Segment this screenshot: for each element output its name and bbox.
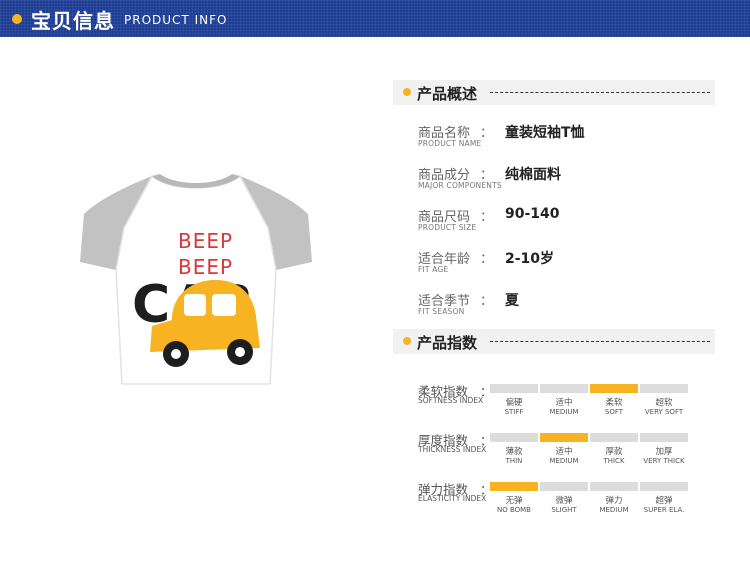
- info-row-fit-age: 适合年龄 ： FIT AGE 2-10岁: [418, 248, 718, 280]
- index-option-bar: [640, 384, 688, 393]
- index-option-bar: [490, 482, 538, 491]
- info-value: 纯棉面料: [505, 167, 561, 183]
- index-option-bar: [490, 384, 538, 393]
- index-option: 偏硬 STIFF: [490, 384, 538, 417]
- indices-bullet-icon: [403, 337, 411, 345]
- index-option-en: THICK: [603, 457, 625, 465]
- header-subtitle: PRODUCT INFO: [124, 13, 228, 27]
- indices-section-header: 产品指数: [393, 329, 715, 354]
- index-option-bar: [640, 433, 688, 442]
- info-colon: ：: [480, 126, 494, 141]
- index-label-en: THICKNESS INDEX: [418, 445, 487, 454]
- index-label-en: ELASTICITY INDEX: [418, 494, 487, 503]
- index-option: 适中 MEDIUM: [540, 433, 588, 466]
- overview-section-header: 产品概述: [393, 80, 715, 105]
- index-option-cn: 薄款: [505, 447, 523, 457]
- index-option: 超软 VERY SOFT: [640, 384, 688, 417]
- index-option-cn: 柔软: [605, 398, 623, 408]
- index-option-en: STIFF: [504, 408, 524, 416]
- index-option-en: VERY SOFT: [644, 408, 684, 416]
- info-row-product-name: 商品名称 ： PRODUCT NAME 童装短袖T恤: [418, 122, 718, 154]
- index-option-cn: 厚款: [605, 447, 623, 457]
- index-option: 薄款 THIN: [490, 433, 538, 466]
- info-label-en: MAJOR COMPONENTS: [418, 181, 502, 190]
- index-option: 厚款 THICK: [590, 433, 638, 466]
- info-row-components: 商品成分 ： MAJOR COMPONENTS 纯棉面料: [418, 164, 718, 196]
- info-value: 90-140: [505, 206, 560, 222]
- index-option: 柔软 SOFT: [590, 384, 638, 417]
- header-title: 宝贝信息: [31, 9, 115, 33]
- index-option-bar: [590, 482, 638, 491]
- index-option-cn: 加厚: [655, 447, 673, 457]
- index-option-en: SUPER ELA.: [643, 506, 685, 514]
- overview-bullet-icon: [403, 88, 411, 96]
- index-row-thickness: 厚度指数 ： THICKNESS INDEX 薄款 THIN 适中 MEDIUM 厚…: [418, 430, 718, 474]
- index-label-en: SOFTNESS INDEX: [418, 396, 484, 405]
- info-value: 夏: [505, 293, 519, 309]
- shirt-print-beep-1: BEEP: [178, 229, 233, 253]
- index-option-bar: [540, 433, 588, 442]
- info-colon: ：: [480, 252, 494, 267]
- indices-divider: [490, 341, 710, 342]
- info-label-en: FIT SEASON: [418, 307, 465, 316]
- info-row-size: 商品尺码 ： PRODUCT SIZE 90-140: [418, 206, 718, 238]
- info-row-fit-season: 适合季节 ： FIT SEASON 夏: [418, 290, 718, 322]
- header-banner: 宝贝信息 PRODUCT INFO: [0, 0, 750, 37]
- info-label-en: PRODUCT NAME: [418, 139, 482, 148]
- header-bullet-icon: [12, 14, 22, 24]
- info-colon: ：: [480, 294, 494, 309]
- index-option: 超弹 SUPER ELA.: [640, 482, 688, 515]
- index-option-en: SOFT: [604, 408, 624, 416]
- index-option: 弹力 MEDIUM: [590, 482, 638, 515]
- index-row-softness: 柔软指数 ： SOFTNESS INDEX 偏硬 STIFF 适中 MEDIUM 柔…: [418, 381, 718, 425]
- info-value: 2-10岁: [505, 251, 555, 267]
- product-image: BEEP BEEP CAR: [80, 174, 312, 385]
- index-option-bar: [590, 433, 638, 442]
- index-option: 无弹 NO BOMB: [490, 482, 538, 515]
- index-option: 加厚 VERY THICK: [640, 433, 688, 466]
- index-option-cn: 无弹: [505, 496, 523, 506]
- index-option-en: VERY THICK: [643, 457, 685, 465]
- index-option-cn: 适中: [555, 447, 573, 457]
- index-row-elasticity: 弹力指数 ： ELASTICITY INDEX 无弹 NO BOMB 微弹 SLIG…: [418, 479, 718, 523]
- index-option-cn: 适中: [555, 398, 573, 408]
- index-option-en: MEDIUM: [599, 506, 629, 514]
- index-option-cn: 超弹: [655, 496, 673, 506]
- index-option-en: NO BOMB: [496, 506, 531, 514]
- index-option-cn: 微弹: [555, 496, 573, 506]
- index-option-en: MEDIUM: [549, 408, 579, 416]
- index-option-en: MEDIUM: [549, 457, 579, 465]
- indices-title: 产品指数: [417, 334, 478, 352]
- info-label-en: PRODUCT SIZE: [418, 223, 477, 232]
- index-option-cn: 偏硬: [505, 398, 523, 408]
- info-colon: ：: [480, 210, 494, 225]
- index-option: 微弹 SLIGHT: [540, 482, 588, 515]
- index-option-bar: [590, 384, 638, 393]
- index-option-bar: [640, 482, 688, 491]
- info-label-en: FIT AGE: [418, 265, 449, 274]
- index-option-bar: [490, 433, 538, 442]
- overview-divider: [490, 92, 710, 93]
- index-option-bar: [540, 482, 588, 491]
- index-option-cn: 超软: [655, 398, 673, 408]
- info-value: 童装短袖T恤: [505, 125, 585, 141]
- index-option-bar: [540, 384, 588, 393]
- index-option: 适中 MEDIUM: [540, 384, 588, 417]
- overview-title: 产品概述: [417, 85, 478, 103]
- index-option-cn: 弹力: [605, 496, 623, 506]
- index-option-en: THIN: [505, 457, 523, 465]
- index-option-en: SLIGHT: [551, 506, 577, 514]
